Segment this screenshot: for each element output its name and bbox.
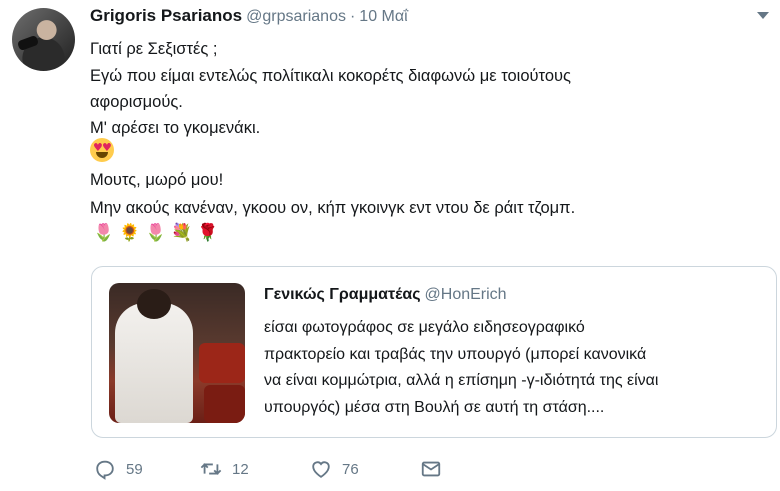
tulip-emoji: 🌷 (93, 223, 115, 243)
bouquet-emoji: 💐 (171, 223, 193, 243)
reply-button[interactable]: 59 (94, 458, 143, 480)
separator: · (349, 8, 356, 25)
author-avatar[interactable] (12, 8, 75, 71)
tweet-date[interactable]: 10 Μαΐ (359, 8, 407, 25)
message-icon (421, 461, 441, 477)
tweet-text-line: Μ' αρέσει το γκομενάκι. (90, 119, 261, 137)
quoted-author-handle[interactable]: @HonErich (425, 286, 507, 303)
author-handle[interactable]: @grpsarianos (246, 8, 346, 25)
quoted-tweet-text: είσαι φωτογράφος σε μεγάλο ειδησεογραφικ… (264, 315, 658, 421)
author-name[interactable]: Grigoris Psarianos (90, 6, 242, 25)
tweet-header: Grigoris Psarianos @grpsarianos · 10 Μαΐ (90, 6, 408, 26)
retweet-count: 12 (232, 460, 249, 478)
rose-emoji: 🌹 (197, 223, 219, 243)
quoted-text-line: πρακτορείο και τραβάς την υπουργό (μπορε… (264, 345, 647, 363)
quoted-author-name[interactable]: Γενικώς Γραμματέας (264, 286, 421, 303)
tweet-text-line: Μην ακούς κανέναν, γκοου ον, κήπ γκοινγκ… (90, 199, 576, 217)
quoted-text-line: είσαι φωτογράφος σε μεγάλο ειδησεογραφικ… (264, 319, 585, 336)
like-count: 76 (342, 460, 359, 478)
flower-emojis: 🌷 🌻 🌷 💐 🌹 (93, 222, 219, 246)
tweet-text-line: Γιατί ρε Σεξιστές ; (90, 40, 218, 58)
quoted-tweet-image[interactable] (109, 283, 245, 423)
tweet-text-line: Εγώ που είμαι εντελώς πολίτικαλι κοκορέτ… (90, 67, 571, 85)
quoted-text-line: υπουργός) μέσα στη Βουλή σε αυτή τη στάσ… (264, 398, 605, 416)
tulip-emoji: 🌷 (145, 223, 167, 243)
retweet-button[interactable]: 12 (200, 458, 249, 480)
quoted-tweet-header: Γενικώς Γραμματέας @HonErich (264, 286, 507, 304)
direct-message-button[interactable] (420, 458, 442, 480)
like-button[interactable]: 76 (310, 458, 359, 480)
sunflower-emoji: 🌻 (119, 223, 141, 243)
quoted-text-line: να είναι κομμώτρια, αλλά η επίσημη -γ-ιδ… (264, 372, 659, 389)
heart-eyes-emoji (90, 138, 114, 162)
retweet-icon (200, 463, 222, 475)
tweet-text-line: Μουτς, μωρό μου! (90, 171, 224, 189)
caret-down-icon[interactable] (757, 12, 769, 19)
quoted-tweet[interactable]: Γενικώς Γραμματέας @HonErich είσαι φωτογρ… (91, 266, 777, 438)
reply-count: 59 (126, 460, 143, 478)
tweet-actions: 59 12 76 (0, 458, 780, 482)
reply-icon (96, 460, 114, 480)
like-icon (312, 461, 330, 478)
tweet-text-line: αφορισμούς. (90, 93, 183, 111)
